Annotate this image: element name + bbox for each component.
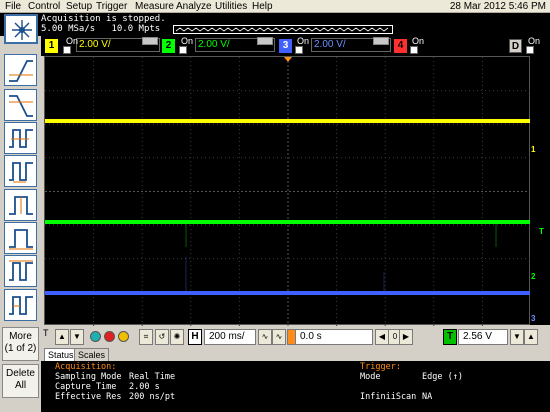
period-measure-button[interactable] [4, 155, 37, 187]
trigger-level-input[interactable]: 2.56 V [458, 329, 508, 345]
delay-right-button[interactable]: ▶ [399, 329, 413, 345]
timebase-decrease-button[interactable]: ∿ [258, 329, 272, 345]
menu-bar: File Control Setup Trigger Measure Analy… [0, 0, 550, 13]
channel-2-ground-marker[interactable]: 2 [531, 272, 535, 281]
sampling-mode-label: Sampling Mode [55, 372, 122, 382]
rise-time-measure-button[interactable] [4, 54, 37, 86]
vmax-measure-button[interactable] [4, 255, 37, 287]
effective-res-label: Effective Res [55, 392, 122, 402]
channel-1-on-label: On [66, 36, 79, 46]
channel-3-on-label: On [297, 36, 310, 46]
channel-2-on-checkbox[interactable] [179, 46, 187, 54]
infiniiscan-label: InfiniiScan [360, 392, 417, 402]
channel-1-settings-icon[interactable] [142, 37, 158, 45]
digital-on-checkbox[interactable] [526, 46, 534, 54]
date-time: 28 Mar 2012 5:46 PM [449, 1, 546, 12]
horizontal-label: H [188, 329, 202, 345]
logo-icon [4, 14, 38, 44]
menu-file[interactable]: File [5, 0, 21, 13]
pulse-width-measure-button[interactable] [4, 289, 37, 321]
acquisition-status: Acquisition is stopped. 5.00 MSa/s 10.0 M… [41, 14, 166, 34]
vpp-measure-button[interactable] [4, 189, 37, 221]
channel-2-button[interactable]: 2 [162, 39, 175, 53]
delay-input[interactable]: 0.0 s [295, 329, 373, 345]
tab-status[interactable]: Status [44, 348, 78, 361]
fall-time-measure-button[interactable] [4, 89, 37, 121]
channel-4-on-checkbox[interactable] [410, 46, 418, 54]
sample-rate-memory: 5.00 MSa/s 10.0 Mpts [41, 24, 161, 34]
trigger-level-marker[interactable]: T [539, 227, 544, 236]
trigger-mode-value: Edge (↑) [422, 372, 463, 382]
scroll-up-button[interactable]: ▲ [55, 329, 69, 345]
frequency-measure-button[interactable] [4, 122, 37, 154]
scroll-down-button[interactable]: ▼ [70, 329, 84, 345]
infiniiscan-value: NA [422, 392, 433, 402]
trigger-small-label: T [43, 328, 49, 338]
sampling-mode-value: Real Time [129, 372, 176, 382]
capture-time-value: 2.00 s [129, 382, 160, 392]
menu-utilities[interactable]: Utilities [215, 0, 247, 13]
channel-1-on-checkbox[interactable] [63, 46, 71, 54]
effective-res-value: 200 ns/pt [129, 392, 176, 402]
trigger-position-marker[interactable] [284, 57, 292, 62]
capture-time-label: Capture Time [55, 382, 117, 392]
trigger-level-down-button[interactable]: ▼ [510, 329, 524, 345]
timebase-input[interactable]: 200 ms/ [204, 329, 256, 345]
digital-channel-button[interactable]: D [509, 39, 522, 53]
channel-4-on-label: On [412, 36, 425, 46]
channel-1-trace [45, 119, 531, 123]
menu-measure[interactable]: Measure [135, 0, 174, 13]
channel-3-button[interactable]: 3 [279, 39, 292, 53]
tab-scales[interactable]: Scales [74, 348, 110, 361]
menu-trigger[interactable]: Trigger [96, 0, 127, 13]
waveform-graticule [45, 57, 531, 326]
default-setup-icon[interactable]: ↺ [155, 329, 169, 345]
trigger-mode-label: Mode [360, 372, 381, 382]
channel-2-settings-icon[interactable] [257, 37, 273, 45]
channel-3-trace [45, 291, 531, 295]
tab-bar [41, 348, 550, 361]
channel-4-button[interactable]: 4 [394, 39, 407, 53]
channel-3-on-checkbox[interactable] [295, 46, 303, 54]
delete-all-button[interactable]: Delete All [2, 364, 39, 398]
level-marker-strip [530, 56, 550, 325]
status-info-panel: Acquisition: Sampling Mode Real Time Cap… [41, 361, 550, 412]
trigger-header: Trigger: [360, 362, 401, 372]
single-icon[interactable] [118, 331, 129, 342]
vmin-measure-button[interactable] [4, 222, 37, 254]
autoscale-icon[interactable]: ⌗ [139, 329, 153, 345]
channel-2-on-label: On [181, 36, 194, 46]
delay-left-button[interactable]: ◀ [375, 329, 389, 345]
channel-1-ground-marker[interactable]: 1 [531, 145, 535, 154]
trigger-level-label: T [443, 329, 457, 345]
memory-timeline[interactable] [173, 25, 393, 34]
stop-icon[interactable] [104, 331, 115, 342]
menu-setup[interactable]: Setup [66, 0, 92, 13]
channel-3-settings-icon[interactable] [373, 37, 389, 45]
menu-control[interactable]: Control [28, 0, 60, 13]
timebase-increase-button[interactable]: ∿ [272, 329, 286, 345]
menu-analyze[interactable]: Analyze [176, 0, 212, 13]
channel-3-ground-marker[interactable]: 3 [531, 314, 535, 323]
waveform-display[interactable] [44, 56, 531, 326]
menu-help[interactable]: Help [252, 0, 273, 13]
digital-on-label: On [528, 36, 541, 46]
run-icon[interactable] [90, 331, 101, 342]
acquisition-state: Acquisition is stopped. [41, 14, 166, 24]
trigger-level-up-button[interactable]: ▲ [524, 329, 538, 345]
channel-2-trace [45, 220, 531, 224]
more-button[interactable]: More (1 of 2) [2, 327, 39, 361]
acquisition-header: Acquisition: [55, 362, 117, 372]
channel-1-button[interactable]: 1 [45, 39, 58, 53]
display-settings-icon[interactable]: ✺ [170, 329, 184, 345]
